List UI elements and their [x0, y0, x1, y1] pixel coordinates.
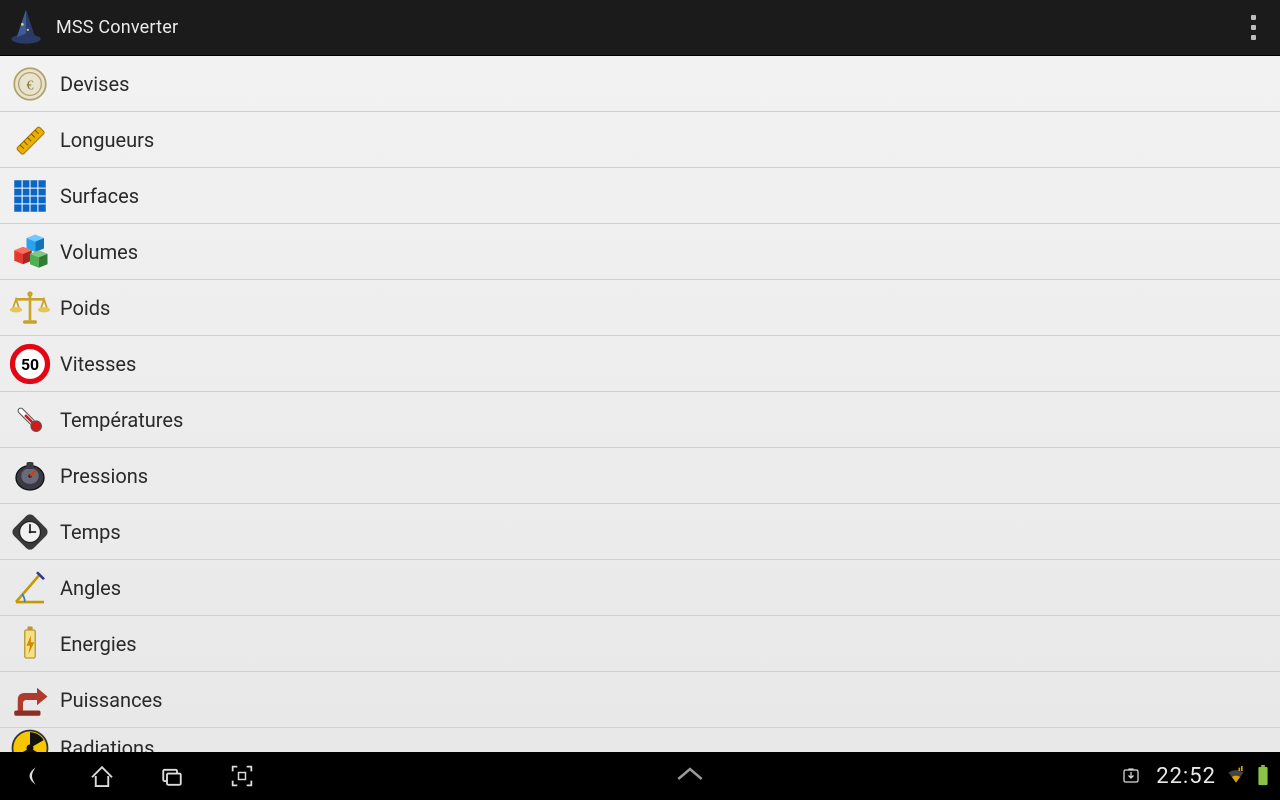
category-list-container[interactable]: € Devises [0, 56, 1280, 752]
list-item-energies[interactable]: Energies [0, 616, 1280, 672]
list-item-puissances[interactable]: Puissances [0, 672, 1280, 728]
list-item-surfaces[interactable]: Surfaces [0, 168, 1280, 224]
svg-text:€: € [27, 78, 34, 93]
list-item-vitesses[interactable]: 50 Vitesses [0, 336, 1280, 392]
list-item-label: Surfaces [60, 184, 139, 208]
thermometer-icon [6, 396, 54, 444]
list-item-temps[interactable]: Temps [0, 504, 1280, 560]
system-nav-bar: 22:52 [0, 752, 1280, 800]
status-clock: 22:52 [1156, 764, 1216, 789]
list-item-radiations[interactable]: Radiations [0, 728, 1280, 752]
recent-apps-icon [157, 761, 187, 791]
list-item-label: Devises [60, 72, 129, 96]
list-item-label: Longueurs [60, 128, 154, 152]
home-icon [87, 761, 117, 791]
radiation-icon [6, 724, 54, 753]
wizard-hat-icon [4, 6, 48, 50]
list-item-longueurs[interactable]: Longueurs [0, 112, 1280, 168]
speed-sign-icon: 50 [6, 340, 54, 388]
list-item-label: Températures [60, 408, 183, 432]
list-item-label: Vitesses [60, 352, 136, 376]
svg-text:50: 50 [21, 355, 39, 374]
ruler-icon [6, 116, 54, 164]
list-item-label: Energies [60, 632, 137, 656]
battery-status-icon [1256, 765, 1270, 787]
recent-apps-button[interactable] [150, 754, 194, 798]
download-icon [1119, 764, 1143, 788]
expand-up-icon [670, 764, 710, 784]
expand-panel-button[interactable] [670, 764, 710, 788]
list-item-label: Radiations [60, 736, 154, 753]
list-item-label: Poids [60, 296, 110, 320]
back-button[interactable] [10, 754, 54, 798]
list-item-devises[interactable]: € Devises [0, 56, 1280, 112]
screenshot-icon [228, 762, 256, 790]
grid-icon [6, 172, 54, 220]
home-button[interactable] [80, 754, 124, 798]
overflow-menu-button[interactable] [1236, 4, 1272, 52]
back-icon [17, 761, 47, 791]
app-title: MSS Converter [56, 17, 178, 38]
list-item-poids[interactable]: Poids [0, 280, 1280, 336]
cubes-icon [6, 228, 54, 276]
download-indicator[interactable] [1116, 754, 1146, 798]
wifi-speed-icon [1226, 766, 1246, 786]
screenshot-button[interactable] [220, 754, 264, 798]
scale-icon [6, 284, 54, 332]
battery-icon [6, 620, 54, 668]
list-item-volumes[interactable]: Volumes [0, 224, 1280, 280]
list-item-label: Pressions [60, 464, 148, 488]
overflow-menu-icon [1244, 11, 1264, 45]
power-icon [6, 676, 54, 724]
list-item-label: Temps [60, 520, 121, 544]
list-item-pressions[interactable]: Pressions [0, 448, 1280, 504]
list-item-temperatures[interactable]: Températures [0, 392, 1280, 448]
category-list: € Devises [0, 56, 1280, 752]
angle-icon [6, 564, 54, 612]
gauge-icon [6, 452, 54, 500]
action-bar: MSS Converter [0, 0, 1280, 56]
clock-icon [6, 508, 54, 556]
list-item-angles[interactable]: Angles [0, 560, 1280, 616]
list-item-label: Angles [60, 576, 121, 600]
list-item-label: Volumes [60, 240, 138, 264]
list-item-label: Puissances [60, 688, 162, 712]
coin-icon: € [6, 60, 54, 108]
